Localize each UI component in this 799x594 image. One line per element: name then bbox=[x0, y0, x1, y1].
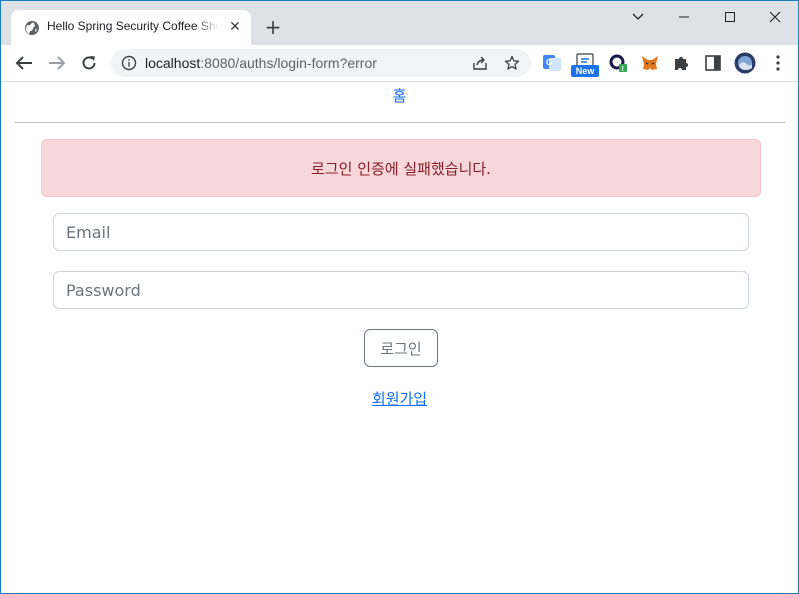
divider bbox=[15, 122, 785, 123]
new-tab-button[interactable]: + bbox=[262, 16, 284, 38]
google-translate-icon[interactable]: G bbox=[542, 53, 562, 73]
login-button[interactable]: 로그인 bbox=[364, 329, 438, 367]
error-alert-text: 로그인 인증에 실패했습니다. bbox=[311, 159, 491, 178]
o-extension-icon[interactable]: ! bbox=[608, 53, 628, 73]
bookmark-star-icon[interactable] bbox=[503, 54, 521, 72]
globe-icon bbox=[25, 21, 39, 35]
signup-link[interactable]: 회원가입 bbox=[1, 388, 798, 409]
browser-toolbar: localhost:8080/auths/login-form?error G … bbox=[1, 45, 798, 82]
back-arrow-icon[interactable] bbox=[12, 51, 36, 75]
address-bar[interactable]: localhost:8080/auths/login-form?error bbox=[111, 49, 531, 77]
page-content: 홈 로그인 인증에 실패했습니다. 로그인 회원가입 bbox=[1, 82, 798, 593]
reload-icon[interactable] bbox=[77, 51, 101, 75]
url-text[interactable]: localhost:8080/auths/login-form?error bbox=[145, 55, 377, 71]
browser-window: Hello Spring Security Coffee Shop ✕ + lo… bbox=[0, 0, 799, 594]
forward-arrow-icon[interactable] bbox=[45, 51, 69, 75]
error-alert: 로그인 인증에 실패했습니다. bbox=[41, 139, 761, 197]
more-vert-icon[interactable] bbox=[768, 53, 788, 73]
puzzle-extensions-icon[interactable] bbox=[671, 53, 691, 73]
tab-close-icon[interactable]: ✕ bbox=[226, 18, 244, 36]
tab-strip: Hello Spring Security Coffee Shop ✕ + bbox=[1, 1, 798, 45]
share-icon[interactable] bbox=[471, 54, 489, 72]
tab-title: Hello Spring Security Coffee Shop bbox=[47, 19, 219, 33]
minimize-icon[interactable] bbox=[662, 5, 706, 29]
metamask-fox-icon[interactable] bbox=[640, 53, 660, 73]
new-badge: New bbox=[571, 65, 599, 77]
tab-search-chevron-down-icon[interactable] bbox=[616, 5, 660, 29]
close-icon[interactable] bbox=[753, 5, 797, 29]
svg-text:G: G bbox=[546, 58, 552, 67]
maximize-icon[interactable] bbox=[708, 5, 752, 29]
site-info-icon[interactable] bbox=[121, 55, 137, 71]
svg-text:!: ! bbox=[622, 66, 624, 73]
home-link[interactable]: 홈 bbox=[1, 85, 798, 106]
profile-avatar-icon[interactable] bbox=[734, 52, 756, 74]
browser-tab[interactable]: Hello Spring Security Coffee Shop ✕ bbox=[11, 10, 251, 45]
email-field[interactable] bbox=[53, 213, 749, 251]
side-panel-icon[interactable] bbox=[703, 53, 723, 73]
password-field[interactable] bbox=[53, 271, 749, 309]
